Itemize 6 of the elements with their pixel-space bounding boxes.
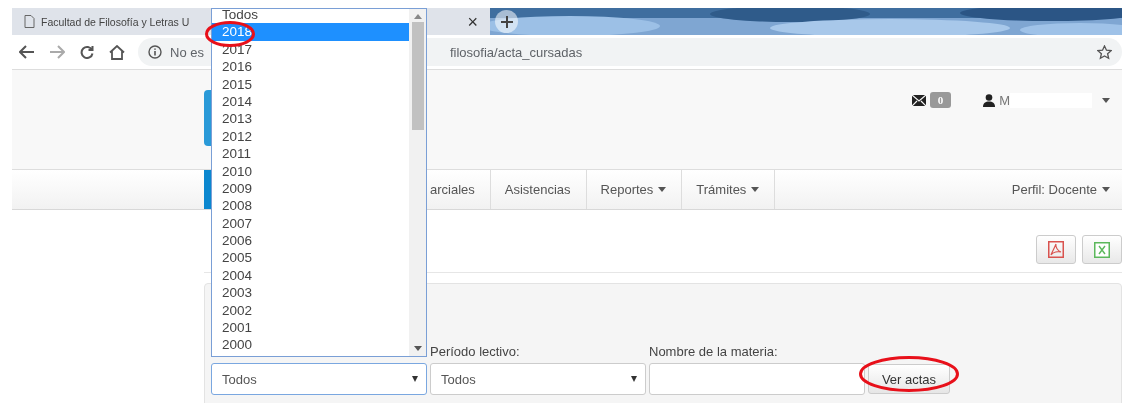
- security-text: No es: [170, 44, 204, 60]
- field-label: Período lectivo:: [430, 344, 521, 359]
- url-text: filosofia/acta_cursadas: [449, 44, 584, 60]
- message-count: 0: [929, 92, 952, 108]
- field-label: Nombre de la materia:: [649, 344, 779, 359]
- tab-title: Facultad de Filosofía y Letras U: [41, 15, 190, 28]
